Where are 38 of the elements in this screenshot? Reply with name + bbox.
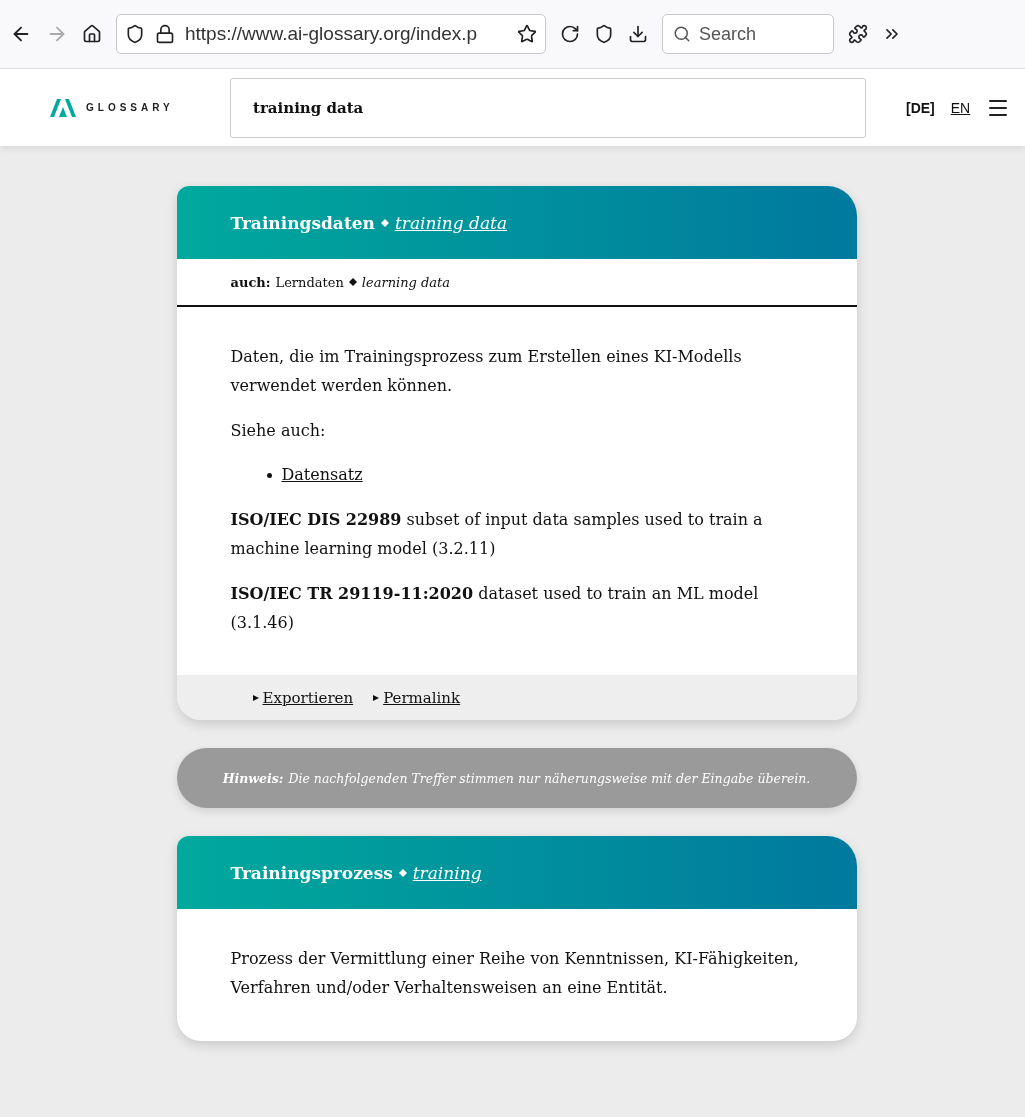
language-link[interactable]: EN bbox=[950, 99, 971, 116]
triangle-icon bbox=[373, 694, 380, 701]
search-icon bbox=[673, 25, 691, 43]
diamond-icon bbox=[380, 218, 389, 227]
source-definition: ISO/IEC TR 29119-11:2020 dataset used to train an ML model (3.1.46) bbox=[230, 582, 760, 634]
star-icon[interactable] bbox=[517, 24, 537, 44]
shield-icon bbox=[125, 24, 145, 44]
bullet-icon bbox=[266, 473, 272, 479]
reload-icon[interactable] bbox=[560, 24, 580, 44]
notice-text: Die nachfolgenden Treffer stimmen nur näherungsweise mit der Eingabe überein. bbox=[288, 770, 811, 786]
url-field[interactable]: https://www.ai-glossary.org/index.p bbox=[116, 14, 546, 54]
translation-link[interactable]: training data bbox=[394, 212, 508, 233]
lock-icon bbox=[155, 24, 175, 44]
download-icon[interactable] bbox=[628, 24, 648, 44]
definition-text: Prozess der Vermittlung einer Reihe von Kenntnissen, KI-Fähigkeiten, Verfahren und/oder Verhaltensweisen an eine Entität. bbox=[230, 948, 800, 1000]
action-link[interactable]: Exportieren bbox=[262, 688, 354, 707]
diamond-icon bbox=[398, 868, 407, 877]
see-also-link[interactable]: Datensatz bbox=[281, 461, 363, 491]
language-link[interactable]: [DE] bbox=[906, 99, 935, 116]
diamond-icon bbox=[348, 278, 357, 286]
logo-icon[interactable] bbox=[50, 98, 76, 117]
definition-text: Daten, die im Trainingsprozess zum Erstellen eines KI-Modells verwendet werden können. bbox=[230, 346, 743, 397]
source-definition: ISO/IEC DIS 22989 subset of input data samples used to train a machine learning model (3.2.11) bbox=[230, 509, 764, 560]
action-link[interactable]: Permalink bbox=[383, 688, 461, 707]
alias-term: Lerndaten bbox=[275, 274, 344, 290]
alias-label: auch: bbox=[230, 274, 271, 290]
logo-text[interactable]: GLOSSARY bbox=[86, 102, 174, 113]
notice-label: Hinweis: bbox=[222, 770, 284, 786]
triangle-icon bbox=[252, 694, 259, 701]
alias-translation: learning data bbox=[361, 274, 451, 290]
entry-term: Trainingsprozess bbox=[230, 862, 393, 883]
entry-term: Trainingsdaten bbox=[230, 212, 375, 233]
glossary-query-input[interactable]: training data bbox=[230, 77, 866, 138]
definition-text: Siehe auch: bbox=[230, 419, 327, 442]
browser-search-field[interactable]: Search bbox=[662, 14, 834, 54]
puzzle-icon[interactable] bbox=[848, 24, 868, 44]
home-icon[interactable] bbox=[82, 24, 102, 44]
translation-link[interactable]: training bbox=[412, 862, 482, 883]
